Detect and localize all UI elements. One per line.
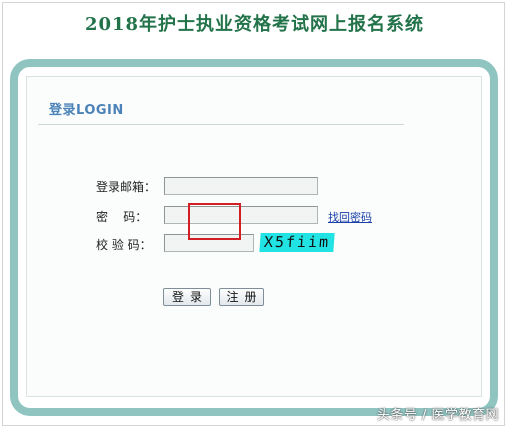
- login-form: 登录LOGIN 登录邮箱： 密 码： 找回密码 校 验 码： X5fiim 登录…: [26, 76, 482, 397]
- captcha-label: 校 验 码：: [96, 238, 152, 252]
- login-button[interactable]: 登录: [163, 288, 211, 306]
- watermark: 头条号 / 医学教育网: [376, 408, 499, 423]
- email-label: 登录邮箱：: [96, 180, 157, 194]
- page-title: 2018年护士执业资格考试网上报名系统: [84, 14, 425, 35]
- register-highlight-box: [188, 203, 241, 240]
- register-button[interactable]: 注册: [219, 288, 264, 306]
- heading-divider: [38, 124, 404, 125]
- login-heading: 登录LOGIN: [49, 103, 124, 118]
- email-field[interactable]: [164, 177, 318, 195]
- password-label: 密 码：: [96, 210, 148, 224]
- forgot-password-link[interactable]: 找回密码: [328, 209, 372, 225]
- captcha-image[interactable]: X5fiim: [259, 233, 335, 252]
